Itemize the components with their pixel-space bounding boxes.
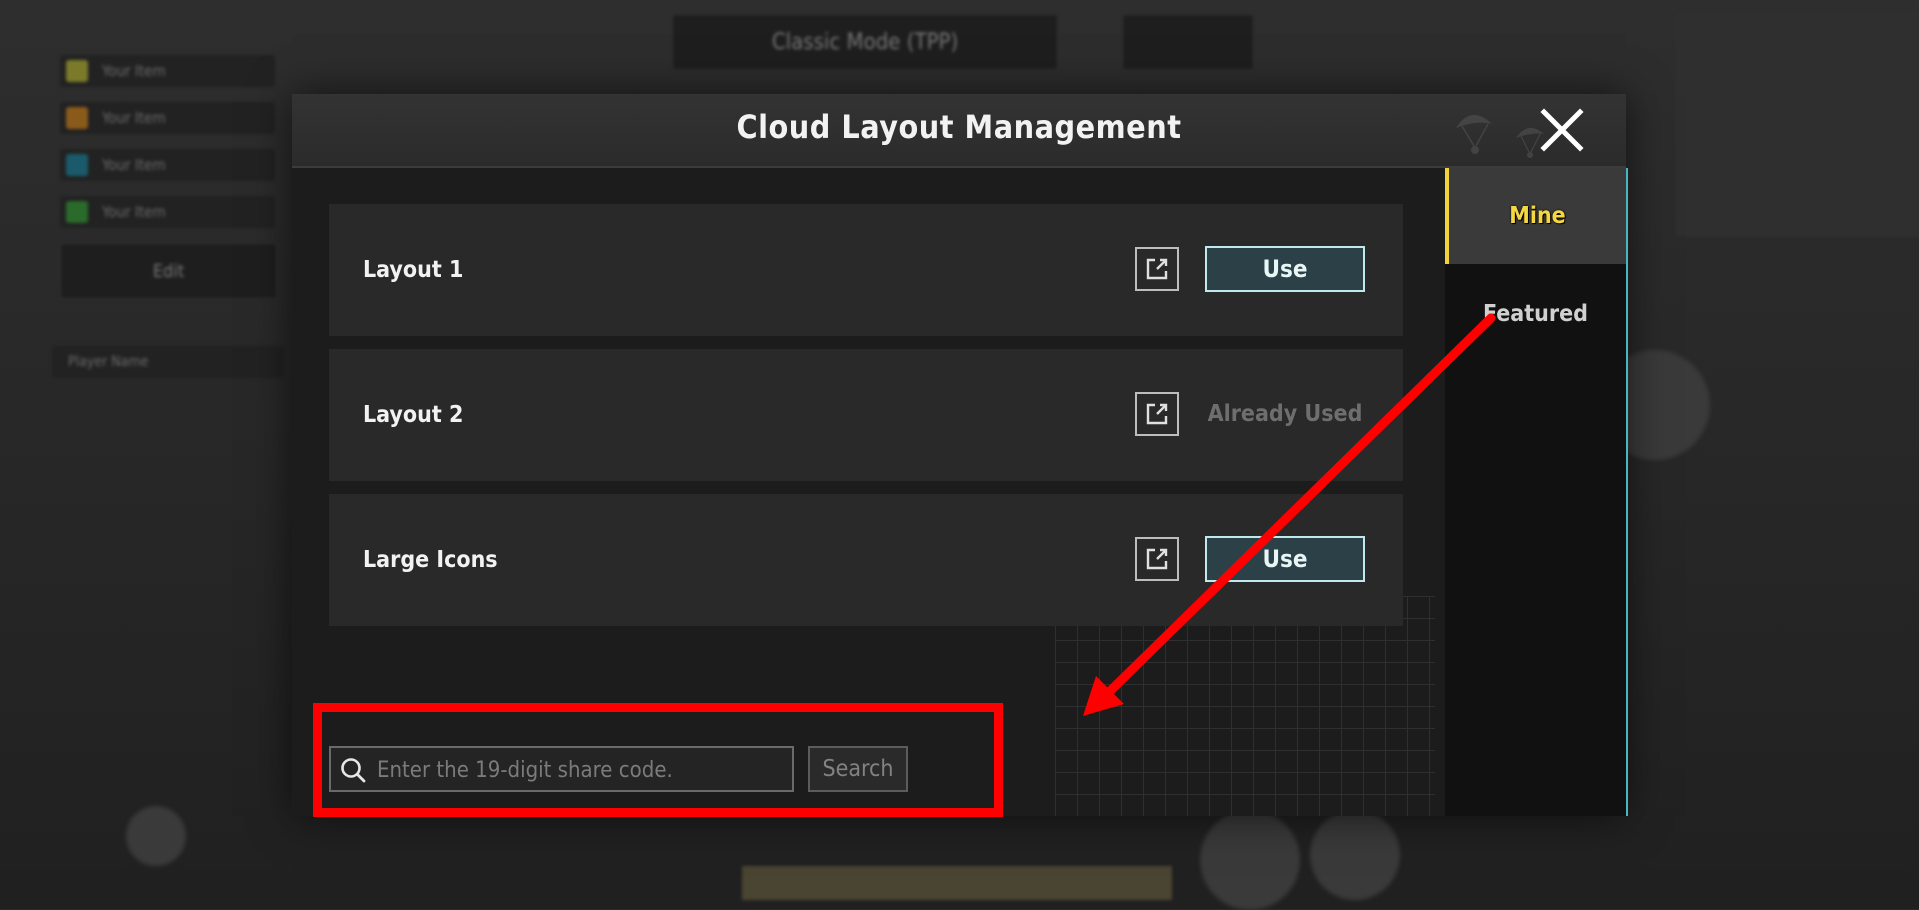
share-layout-button[interactable] <box>1135 247 1179 291</box>
share-code-search-box[interactable] <box>329 746 794 792</box>
layout-name: Layout 1 <box>363 257 464 283</box>
grid-decoration <box>1055 596 1435 816</box>
bg-action-button <box>1310 810 1400 900</box>
bg-left-item-label: Your Item <box>102 109 166 127</box>
bg-left-item: Your Item <box>60 102 275 134</box>
bg-minimap <box>1676 14 1919 236</box>
bg-left-item: Your Item <box>60 196 275 228</box>
bg-fire-button <box>1200 810 1300 910</box>
use-layout-button[interactable]: Use <box>1205 246 1365 292</box>
bg-item-color-icon <box>66 154 88 176</box>
layout-row: Layout 1 Use <box>329 204 1403 336</box>
bg-mode-select: Classic Mode (TPP) <box>672 14 1058 70</box>
bg-player-name: Player Name <box>52 346 284 378</box>
dialog-header: Cloud Layout Management <box>292 94 1626 168</box>
use-layout-button[interactable]: Use <box>1205 536 1365 582</box>
bg-health-bar <box>742 866 1172 900</box>
search-button[interactable]: Search <box>808 746 908 792</box>
layout-row: Layout 2 Already Used <box>329 349 1403 481</box>
bg-left-item-label: Your Item <box>102 203 166 221</box>
search-icon <box>341 758 366 783</box>
bg-edit-button: Edit <box>60 243 277 299</box>
bg-item-color-icon <box>66 107 88 129</box>
bg-item-color-icon <box>66 60 88 82</box>
bg-left-item: Your Item <box>60 55 275 87</box>
share-code-input[interactable] <box>375 748 789 792</box>
layout-name: Large Icons <box>363 547 498 573</box>
bg-mode-button <box>1122 14 1254 70</box>
close-icon <box>1540 108 1584 152</box>
bg-lean-button <box>126 806 186 866</box>
share-export-icon <box>1146 548 1168 570</box>
close-button[interactable] <box>1536 104 1588 156</box>
tab-featured[interactable]: Featured <box>1445 266 1626 362</box>
layout-row: Large Icons Use <box>329 494 1403 626</box>
bg-left-item-label: Your Item <box>102 156 166 174</box>
side-tab-bar: Mine Featured <box>1445 168 1628 816</box>
share-export-icon <box>1146 403 1168 425</box>
layout-list-panel: Layout 1 Use Layout 2 Already Used Large… <box>292 168 1445 816</box>
share-layout-button[interactable] <box>1135 537 1179 581</box>
bg-item-color-icon <box>66 201 88 223</box>
dialog-title: Cloud Layout Management <box>736 108 1182 146</box>
bg-left-item: Your Item <box>60 149 275 181</box>
already-used-status: Already Used <box>1207 401 1363 427</box>
bg-left-item-label: Your Item <box>102 62 166 80</box>
layout-name: Layout 2 <box>363 402 464 428</box>
share-layout-button[interactable] <box>1135 392 1179 436</box>
share-export-icon <box>1146 258 1168 280</box>
tab-mine[interactable]: Mine <box>1445 168 1626 264</box>
cloud-layout-dialog: Cloud Layout Management Layout 1 Use Lay… <box>292 94 1628 816</box>
